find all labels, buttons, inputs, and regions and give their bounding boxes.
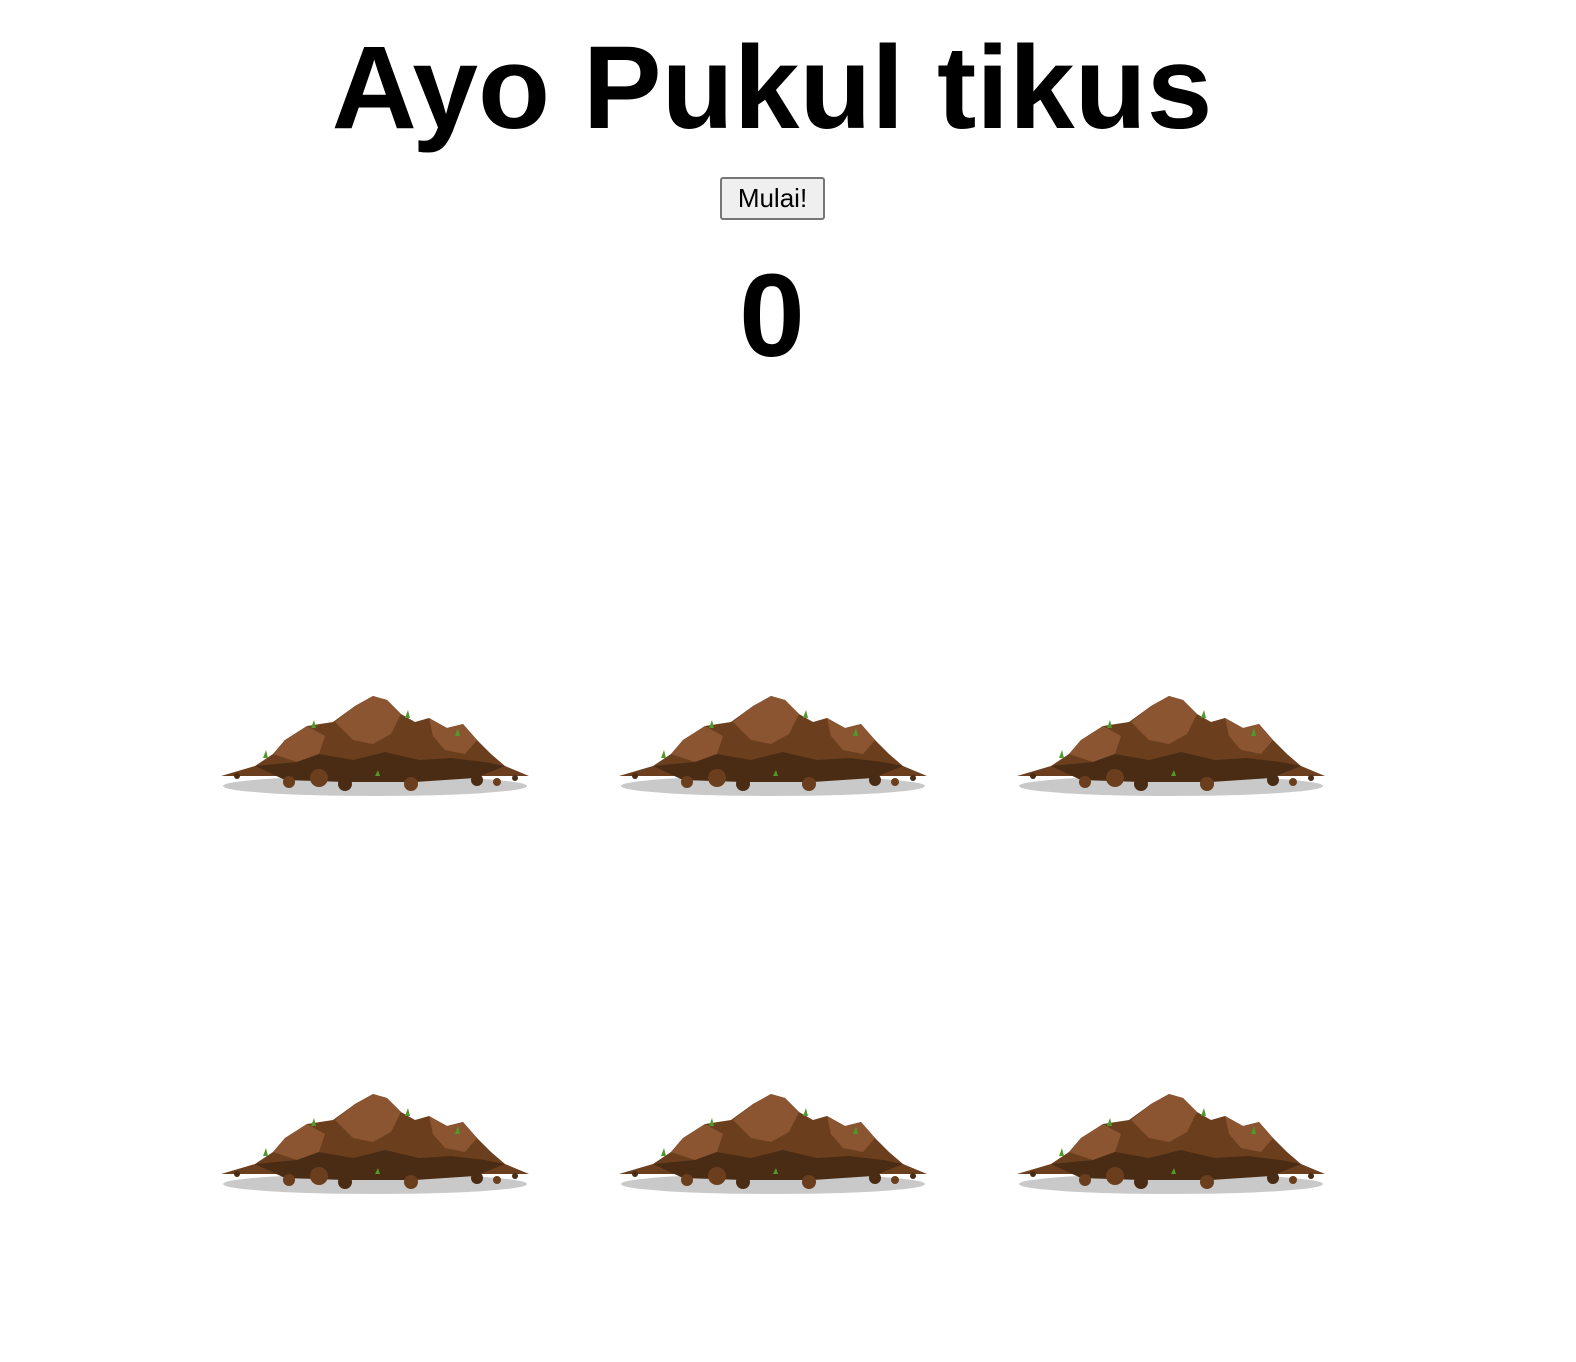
hole-2[interactable] [613,688,933,808]
dirt-mound-icon [619,696,927,796]
dirt-mound-icon [1017,696,1325,796]
hole-4[interactable] [215,1086,535,1206]
dirt-mound-icon [221,1094,529,1194]
start-button[interactable]: Mulai! [720,177,825,220]
hole-3[interactable] [1011,688,1331,808]
dirt-mound-icon [221,696,529,796]
hole-1[interactable] [215,688,535,808]
game-page: Ayo Pukul tikus Mulai! 0 [0,0,1576,1362]
hole-5[interactable] [613,1086,933,1206]
hole-6[interactable] [1011,1086,1331,1206]
score-display: 0 [739,250,805,382]
page-title: Ayo Pukul tikus [331,22,1213,154]
dirt-mound-icon [1017,1094,1325,1194]
dirt-mound-icon [619,1094,927,1194]
